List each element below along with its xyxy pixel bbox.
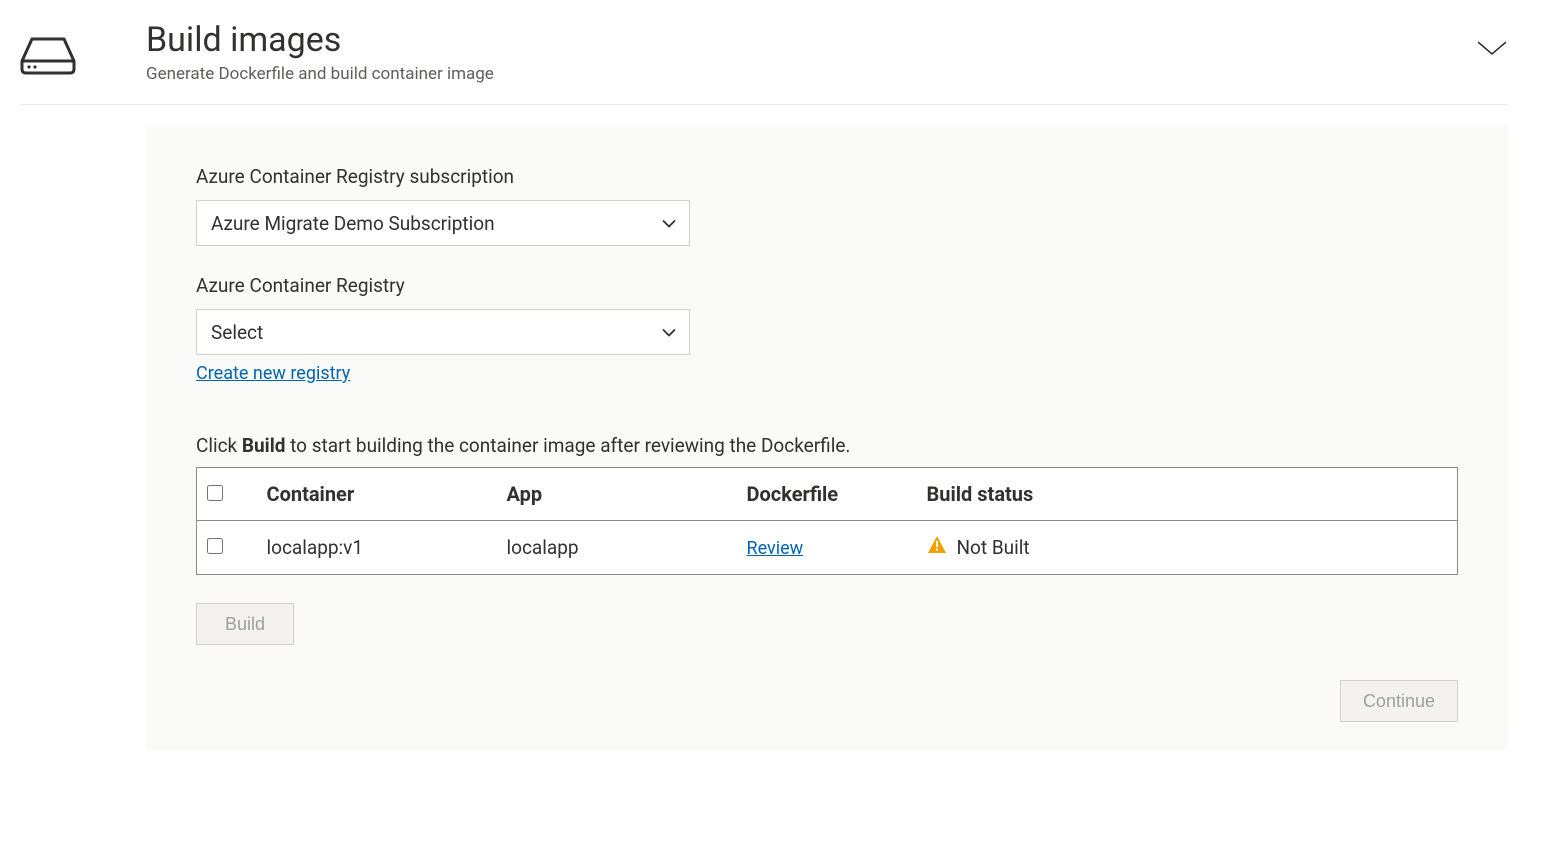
table-header-row: Container App Dockerfile Build status (197, 468, 1458, 521)
subscription-select[interactable]: Azure Migrate Demo Subscription (196, 200, 690, 246)
cell-app: localapp (497, 521, 737, 575)
storage-icon (20, 35, 76, 75)
registry-label: Azure Container Registry (196, 274, 1458, 297)
page-subtitle: Generate Dockerfile and build container … (146, 64, 1406, 84)
collapse-chevron-icon[interactable] (1476, 40, 1508, 60)
row-checkbox[interactable] (207, 538, 223, 554)
create-registry-link[interactable]: Create new registry (196, 363, 350, 384)
subscription-label: Azure Container Registry subscription (196, 165, 1458, 188)
cell-dockerfile: Review (737, 521, 917, 575)
review-dockerfile-link[interactable]: Review (747, 538, 804, 559)
header-container: Container (257, 468, 497, 521)
row-checkbox-cell (197, 521, 257, 575)
build-instruction: Click Build to start building the contai… (196, 434, 1458, 457)
header-text-block: Build images Generate Dockerfile and bui… (146, 20, 1406, 84)
continue-button[interactable]: Continue (1340, 680, 1458, 722)
header-checkbox-cell (197, 468, 257, 521)
header-dockerfile: Dockerfile (737, 468, 917, 521)
status-text: Not Built (957, 536, 1030, 559)
page-title: Build images (146, 20, 1406, 60)
select-all-checkbox[interactable] (207, 485, 223, 501)
header-app: App (497, 468, 737, 521)
instruction-bold: Build (242, 434, 286, 457)
table-row: localapp:v1 localapp Review (197, 521, 1458, 575)
subscription-select-value: Azure Migrate Demo Subscription (196, 200, 690, 246)
containers-table: Container App Dockerfile Build status lo… (196, 467, 1458, 575)
header-build-status: Build status (917, 468, 1458, 521)
footer-actions: Continue (196, 680, 1458, 722)
cell-build-status: Not Built (917, 521, 1458, 575)
warning-icon (927, 535, 947, 560)
cell-container: localapp:v1 (257, 521, 497, 575)
registry-select-value: Select (196, 309, 690, 355)
page-header: Build images Generate Dockerfile and bui… (20, 20, 1508, 105)
build-button[interactable]: Build (196, 603, 294, 645)
instruction-suffix: to start building the container image af… (285, 434, 850, 457)
instruction-prefix: Click (196, 434, 242, 457)
registry-select[interactable]: Select (196, 309, 690, 355)
content-panel: Azure Container Registry subscription Az… (146, 125, 1508, 750)
